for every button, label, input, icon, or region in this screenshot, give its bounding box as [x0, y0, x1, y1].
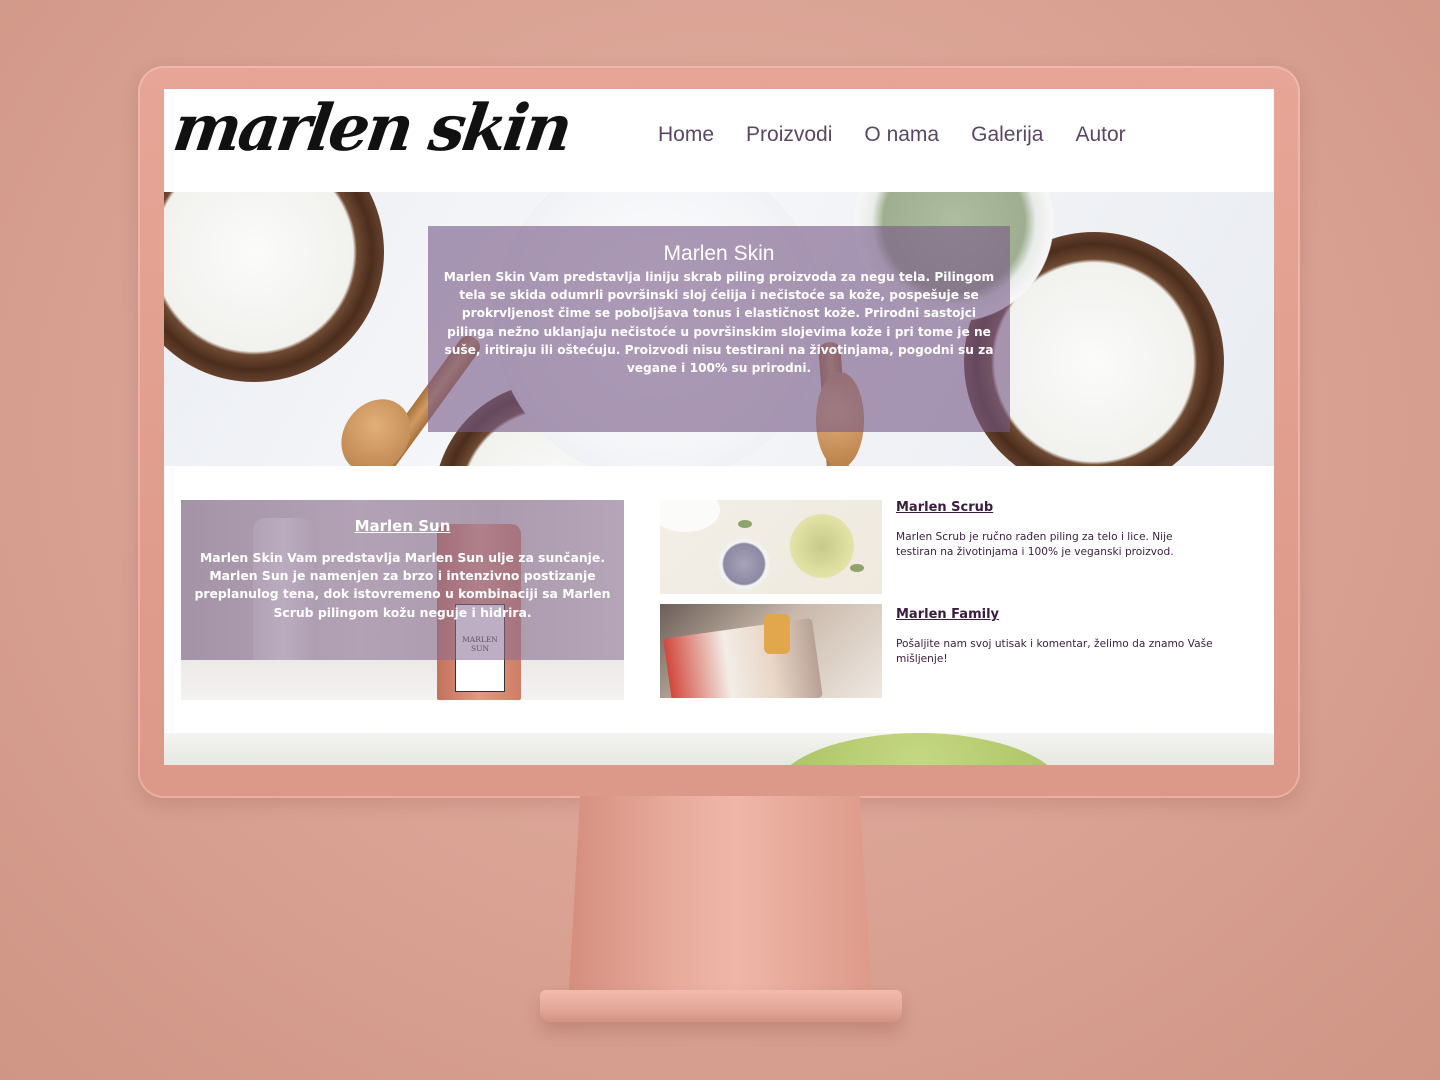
- bottle-image: [764, 614, 790, 654]
- site-logo[interactable]: marlen skin: [169, 91, 575, 166]
- family-description: Pošaljite nam svoj utisak i komentar, že…: [896, 638, 1213, 665]
- monitor-stand: [568, 796, 872, 1006]
- main-nav: Home Proizvodi O nama Galerija Autor: [658, 123, 1126, 147]
- nav-proizvodi[interactable]: Proizvodi: [746, 123, 832, 147]
- nav-home[interactable]: Home: [658, 123, 714, 147]
- family-title-link[interactable]: Marlen Family: [896, 607, 999, 622]
- table-surface: [181, 660, 624, 700]
- hero-description: Marlen Skin Vam predstavlja liniju skrab…: [443, 270, 995, 376]
- coconut-image: [164, 192, 384, 382]
- sun-title-link[interactable]: Marlen Sun: [355, 517, 451, 535]
- leaf-decoration: [850, 564, 864, 572]
- website-screen: marlen skin Home Proizvodi O nama Galeri…: [164, 89, 1274, 765]
- melon-image: [774, 733, 1064, 765]
- site-header: marlen skin Home Proizvodi O nama Galeri…: [164, 89, 1274, 192]
- magazine-image: [663, 617, 823, 698]
- scrub-title-link[interactable]: Marlen Scrub: [896, 500, 993, 515]
- sun-description: Marlen Skin Vam predstavlja Marlen Sun u…: [194, 550, 611, 620]
- nav-o-nama[interactable]: O nama: [864, 123, 939, 147]
- sun-text-panel: Marlen Sun Marlen Skin Vam predstavlja M…: [181, 500, 624, 660]
- monitor-base: [540, 990, 902, 1022]
- scrub-bowl-image: [790, 514, 854, 578]
- family-image[interactable]: [660, 604, 882, 698]
- nav-galerija[interactable]: Galerija: [971, 123, 1043, 147]
- hero-title: Marlen Skin: [663, 242, 775, 265]
- next-section-preview: [164, 733, 1274, 765]
- hero-text-panel: Marlen Skin Marlen Skin Vam predstavlja …: [428, 226, 1010, 432]
- scrub-jar-image: [718, 538, 770, 590]
- towel-image: [660, 500, 720, 532]
- scrub-description: Marlen Scrub je ručno rađen piling za te…: [896, 531, 1174, 558]
- marlen-sun-card[interactable]: MARLEN SUN Marlen Sun Marlen Skin Vam pr…: [181, 500, 624, 700]
- nav-autor[interactable]: Autor: [1075, 123, 1125, 147]
- wooden-spoon-image: [327, 385, 425, 466]
- leaf-decoration: [738, 520, 752, 528]
- hero-banner: Marlen Skin Marlen Skin Vam predstavlja …: [164, 192, 1274, 466]
- scrub-image[interactable]: [660, 500, 882, 594]
